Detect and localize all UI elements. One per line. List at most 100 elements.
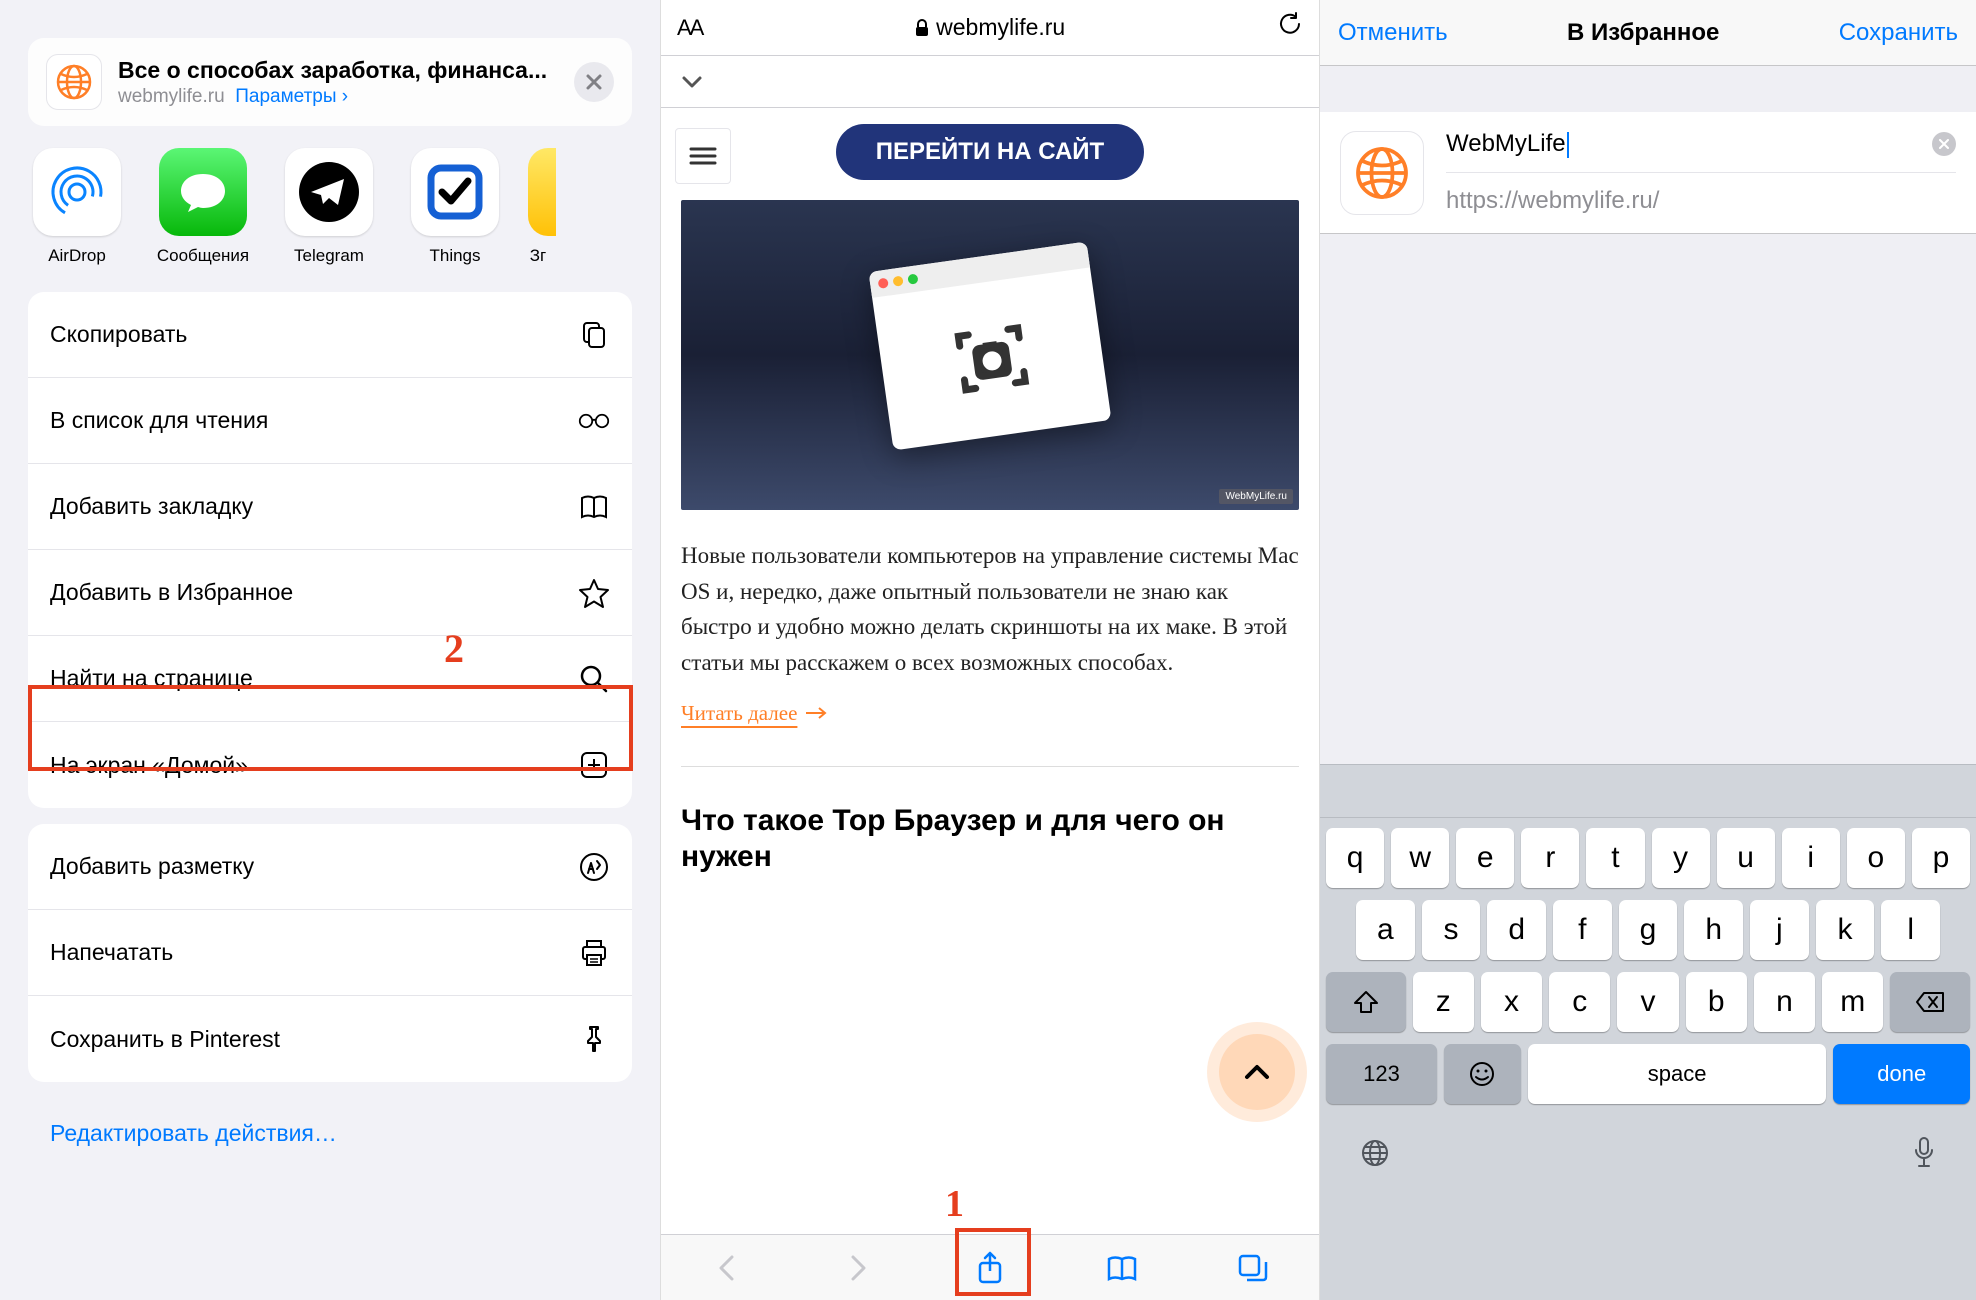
empty-space [1320, 234, 1976, 764]
key-e[interactable]: e [1456, 828, 1514, 888]
key-g[interactable]: g [1619, 900, 1678, 960]
action-home-screen[interactable]: На экран «Домой» [28, 722, 632, 808]
key-u[interactable]: u [1717, 828, 1775, 888]
key-r[interactable]: r [1521, 828, 1579, 888]
action-add-favorites[interactable]: Добавить в Избранное [28, 550, 632, 636]
key-x[interactable]: x [1481, 972, 1542, 1032]
address-bar[interactable]: AA webmylife.ru [661, 0, 1319, 56]
annotation-number-2: 2 [444, 625, 464, 672]
action-pinterest[interactable]: Сохранить в Pinterest [28, 996, 632, 1082]
share-sheet-panel: Все о способах заработка, финанса... web… [0, 0, 660, 1300]
share-title: Все о способах заработка, финанса... [118, 57, 574, 84]
key-p[interactable]: p [1912, 828, 1970, 888]
edit-actions-link[interactable]: Редактировать действия… [28, 1098, 632, 1169]
key-c[interactable]: c [1549, 972, 1610, 1032]
globe-icon[interactable] [1360, 1138, 1390, 1168]
mic-icon[interactable] [1912, 1136, 1936, 1170]
key-f[interactable]: f [1553, 900, 1612, 960]
key-w[interactable]: w [1391, 828, 1449, 888]
key-o[interactable]: o [1847, 828, 1905, 888]
app-more[interactable]: Зг [518, 148, 558, 266]
site-favicon [46, 54, 102, 110]
key-emoji[interactable] [1444, 1044, 1521, 1104]
key-shift[interactable] [1326, 972, 1406, 1032]
key-123[interactable]: 123 [1326, 1044, 1437, 1104]
action-print[interactable]: Напечатать [28, 910, 632, 996]
url-display[interactable]: webmylife.ru [702, 14, 1277, 41]
cta-button[interactable]: ПЕРЕЙТИ НА САЙТ [836, 124, 1144, 180]
options-link[interactable]: Параметры › [235, 86, 348, 107]
save-button[interactable]: Сохранить [1839, 19, 1958, 47]
key-i[interactable]: i [1782, 828, 1840, 888]
article-heading-2: Что такое Тор Браузер и для чего он нуже… [681, 803, 1299, 875]
share-apps-row[interactable]: AirDrop Сообщения Telegram [0, 126, 660, 284]
app-airdrop[interactable]: AirDrop [14, 148, 140, 266]
key-h[interactable]: h [1684, 900, 1743, 960]
print-icon [578, 937, 610, 969]
screenshot-icon [941, 308, 1043, 410]
app-things[interactable]: Things [392, 148, 518, 266]
close-icon [585, 73, 603, 91]
article-image: WebMyLife.ru [681, 200, 1299, 510]
keyboard-suggestion-bar[interactable] [1320, 764, 1976, 818]
close-button[interactable] [574, 62, 614, 102]
favorite-name-input[interactable]: WebMyLife [1446, 130, 1956, 173]
globe-icon [54, 62, 94, 102]
back-button[interactable] [709, 1250, 745, 1286]
search-icon [578, 663, 610, 695]
copy-icon [578, 319, 610, 351]
app-telegram[interactable]: Telegram [266, 148, 392, 266]
actions-group-1: Скопировать В список для чтения Добавить… [28, 292, 632, 808]
key-backspace[interactable] [1890, 972, 1970, 1032]
hamburger-icon [689, 146, 717, 166]
glasses-icon [578, 405, 610, 437]
book-icon [1106, 1253, 1138, 1283]
tabs-button[interactable] [1235, 1250, 1271, 1286]
clear-button[interactable] [1932, 132, 1956, 156]
key-s[interactable]: s [1422, 900, 1481, 960]
favorite-url-input[interactable]: https://webmylife.ru/ [1446, 173, 1956, 215]
tabs-icon [1237, 1253, 1269, 1283]
favorite-form: WebMyLife https://webmylife.ru/ [1320, 112, 1976, 234]
key-b[interactable]: b [1686, 972, 1747, 1032]
action-reading-list[interactable]: В список для чтения [28, 378, 632, 464]
key-z[interactable]: z [1413, 972, 1474, 1032]
safari-page-panel: AA webmylife.ru ПЕРЕЙТИ НА САЙТ [660, 0, 1320, 1300]
cancel-button[interactable]: Отменить [1338, 19, 1448, 47]
key-q[interactable]: q [1326, 828, 1384, 888]
reload-button[interactable] [1277, 11, 1303, 44]
annotation-number-1: 1 [945, 1182, 964, 1226]
key-space[interactable]: space [1528, 1044, 1827, 1104]
forward-button[interactable] [840, 1250, 876, 1286]
key-n[interactable]: n [1754, 972, 1815, 1032]
key-a[interactable]: a [1356, 900, 1415, 960]
chevron-down-icon [681, 75, 703, 89]
bookmarks-button[interactable] [1104, 1250, 1140, 1286]
hamburger-menu[interactable] [675, 128, 731, 184]
pin-icon [578, 1023, 610, 1055]
reader-chevron-bar[interactable] [661, 56, 1319, 108]
key-v[interactable]: v [1617, 972, 1678, 1032]
add-favorite-panel: Отменить В Избранное Сохранить WebMyLife [1320, 0, 1976, 1300]
action-markup[interactable]: Добавить разметку [28, 824, 632, 910]
favorite-favicon [1340, 131, 1424, 215]
action-add-bookmark[interactable]: Добавить закладку [28, 464, 632, 550]
key-l[interactable]: l [1881, 900, 1940, 960]
image-watermark: WebMyLife.ru [1219, 489, 1293, 504]
scroll-to-top-button[interactable] [1219, 1034, 1295, 1110]
emoji-icon [1468, 1060, 1496, 1088]
key-y[interactable]: y [1652, 828, 1710, 888]
reader-button[interactable]: AA [677, 15, 702, 41]
key-j[interactable]: j [1750, 900, 1809, 960]
action-copy[interactable]: Скопировать [28, 292, 632, 378]
key-d[interactable]: d [1487, 900, 1546, 960]
read-more-link[interactable]: Читать далее [681, 701, 1299, 767]
action-find-on-page[interactable]: Найти на странице [28, 636, 632, 722]
share-header-card: Все о способах заработка, финанса... web… [28, 38, 632, 126]
key-k[interactable]: k [1816, 900, 1875, 960]
app-messages[interactable]: Сообщения [140, 148, 266, 266]
key-done[interactable]: done [1833, 1044, 1970, 1104]
key-m[interactable]: m [1822, 972, 1883, 1032]
key-t[interactable]: t [1586, 828, 1644, 888]
clear-icon [1939, 139, 1949, 149]
